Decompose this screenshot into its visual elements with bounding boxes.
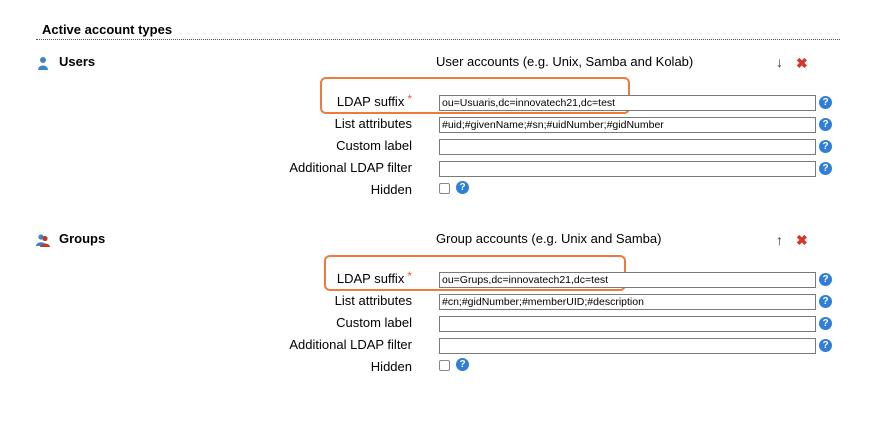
user-icon xyxy=(36,56,50,75)
remove-users-icon[interactable]: ✖ xyxy=(796,55,808,72)
groups-custom-label-label: Custom label xyxy=(336,315,412,330)
users-list-attributes-label: List attributes xyxy=(334,116,412,131)
help-icon[interactable]: ? xyxy=(819,162,832,175)
users-custom-label-input[interactable] xyxy=(439,139,816,155)
groups-list-attributes-input[interactable]: #cn;#gidNumber;#memberUID;#description xyxy=(439,294,816,310)
groups-additional-filter-label: Additional LDAP filter xyxy=(289,337,412,352)
help-icon[interactable]: ? xyxy=(819,118,832,131)
users-ldap-suffix-label: LDAP suffix * xyxy=(336,92,412,109)
groups-additional-filter-input[interactable] xyxy=(439,338,816,354)
group-icon xyxy=(36,233,50,252)
remove-groups-icon[interactable]: ✖ xyxy=(796,232,808,249)
groups-custom-label-input[interactable] xyxy=(439,316,816,332)
required-mark: * xyxy=(407,92,412,106)
users-type-name: Users xyxy=(59,54,96,69)
help-icon[interactable]: ? xyxy=(456,181,469,194)
users-ldap-suffix-input[interactable]: ou=Usuaris,dc=innovatech21,dc=test xyxy=(439,95,816,111)
arrow-down-icon[interactable]: ↓ xyxy=(776,54,783,70)
help-icon[interactable]: ? xyxy=(456,358,469,371)
help-icon[interactable]: ? xyxy=(819,273,832,286)
users-hidden-label: Hidden xyxy=(370,182,412,197)
section-divider xyxy=(36,39,840,40)
groups-type-name: Groups xyxy=(59,231,106,246)
groups-hidden-checkbox[interactable] xyxy=(439,360,450,371)
users-additional-filter-label: Additional LDAP filter xyxy=(289,160,412,175)
groups-list-attributes-label: List attributes xyxy=(334,293,412,308)
users-custom-label-label: Custom label xyxy=(336,138,412,153)
groups-ldap-suffix-label: LDAP suffix * xyxy=(336,269,412,286)
help-icon[interactable]: ? xyxy=(819,339,832,352)
required-mark: * xyxy=(407,269,412,283)
groups-type-description: Group accounts (e.g. Unix and Samba) xyxy=(436,231,662,246)
groups-hidden-label: Hidden xyxy=(370,359,412,374)
users-list-attributes-input[interactable]: #uid;#givenName;#sn;#uidNumber;#gidNumbe… xyxy=(439,117,816,133)
groups-ldap-suffix-input[interactable]: ou=Grups,dc=innovatech21,dc=test xyxy=(439,272,816,288)
help-icon[interactable]: ? xyxy=(819,140,832,153)
help-icon[interactable]: ? xyxy=(819,96,832,109)
section-title: Active account types xyxy=(42,22,173,37)
arrow-up-icon[interactable]: ↑ xyxy=(776,232,783,248)
users-type-description: User accounts (e.g. Unix, Samba and Kola… xyxy=(436,54,694,69)
help-icon[interactable]: ? xyxy=(819,295,832,308)
users-hidden-checkbox[interactable] xyxy=(439,183,450,194)
help-icon[interactable]: ? xyxy=(819,317,832,330)
users-additional-filter-input[interactable] xyxy=(439,161,816,177)
